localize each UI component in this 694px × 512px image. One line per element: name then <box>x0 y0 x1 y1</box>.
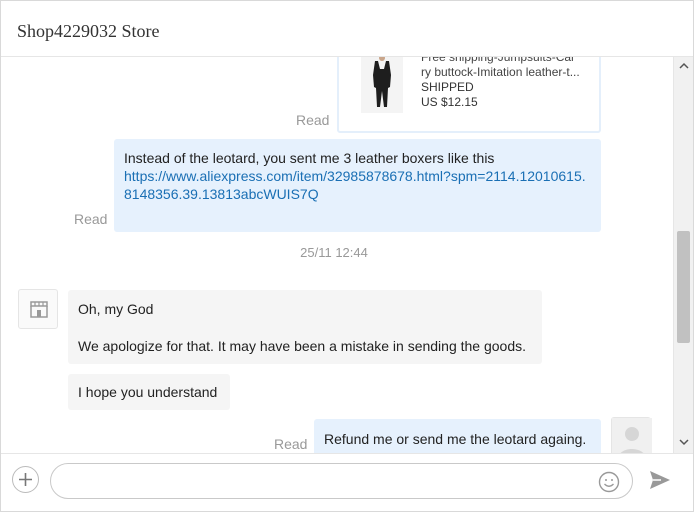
product-title-line1[interactable]: Free shipping-Jumpsuits-Car <box>421 57 591 65</box>
send-icon <box>650 471 670 489</box>
read-receipt: Read <box>74 211 108 227</box>
product-title-line2[interactable]: ry buttock-Imitation leather-t... <box>421 65 591 80</box>
store-icon <box>30 301 48 318</box>
emoji-icon <box>598 471 620 493</box>
product-card[interactable]: Free shipping-Jumpsuits-Car ry buttock-I… <box>337 57 601 133</box>
message-text: Refund me or send me the leotard againg. <box>324 431 587 447</box>
attach-button[interactable] <box>12 466 39 493</box>
send-button[interactable] <box>647 467 673 493</box>
store-title: Shop4229032 Store <box>17 21 160 41</box>
plus-icon <box>19 473 32 486</box>
store-avatar[interactable] <box>18 289 58 329</box>
message-composer <box>1 453 693 511</box>
read-receipt: Read <box>296 112 330 128</box>
incoming-message-bubble: I hope you understand <box>68 374 230 410</box>
message-input[interactable] <box>65 470 585 492</box>
scroll-down-arrow[interactable] <box>674 435 693 451</box>
message-text: We apologize for that. It may have been … <box>78 338 527 354</box>
outgoing-message-bubble: Refund me or send me the leotard againg. <box>314 419 601 453</box>
product-price: US $12.15 <box>421 95 478 109</box>
message-list[interactable]: Read Free shipping-Jumpsuits-Car ry butt… <box>1 57 673 453</box>
message-text: I hope you understand <box>78 384 218 400</box>
chat-header: Shop4229032 Store <box>1 1 693 57</box>
message-scrollbar[interactable] <box>673 57 693 453</box>
message-text: Instead of the leotard, you sent me 3 le… <box>124 150 495 166</box>
message-timestamp: 25/11 12:44 <box>300 245 368 260</box>
scroll-up-arrow[interactable] <box>674 59 693 75</box>
product-link[interactable]: https://www.aliexpress.com/item/32985878… <box>124 167 591 203</box>
read-receipt: Read <box>274 436 308 452</box>
chat-window: Shop4229032 Store Read Free shipping-Jum… <box>0 0 694 512</box>
emoji-button[interactable] <box>598 471 620 493</box>
product-image[interactable] <box>361 57 403 113</box>
outgoing-message-bubble: Instead of the leotard, you sent me 3 le… <box>114 139 601 232</box>
incoming-message-bubble: Oh, my God We apologize for that. It may… <box>68 290 542 364</box>
scrollbar-thumb[interactable] <box>677 231 690 343</box>
user-icon <box>612 418 652 453</box>
order-status: SHIPPED <box>421 80 474 94</box>
message-input-container <box>50 463 633 499</box>
user-avatar[interactable] <box>611 417 652 453</box>
product-info: Free shipping-Jumpsuits-Car ry buttock-I… <box>421 57 591 110</box>
message-text: Oh, my God <box>78 301 154 317</box>
